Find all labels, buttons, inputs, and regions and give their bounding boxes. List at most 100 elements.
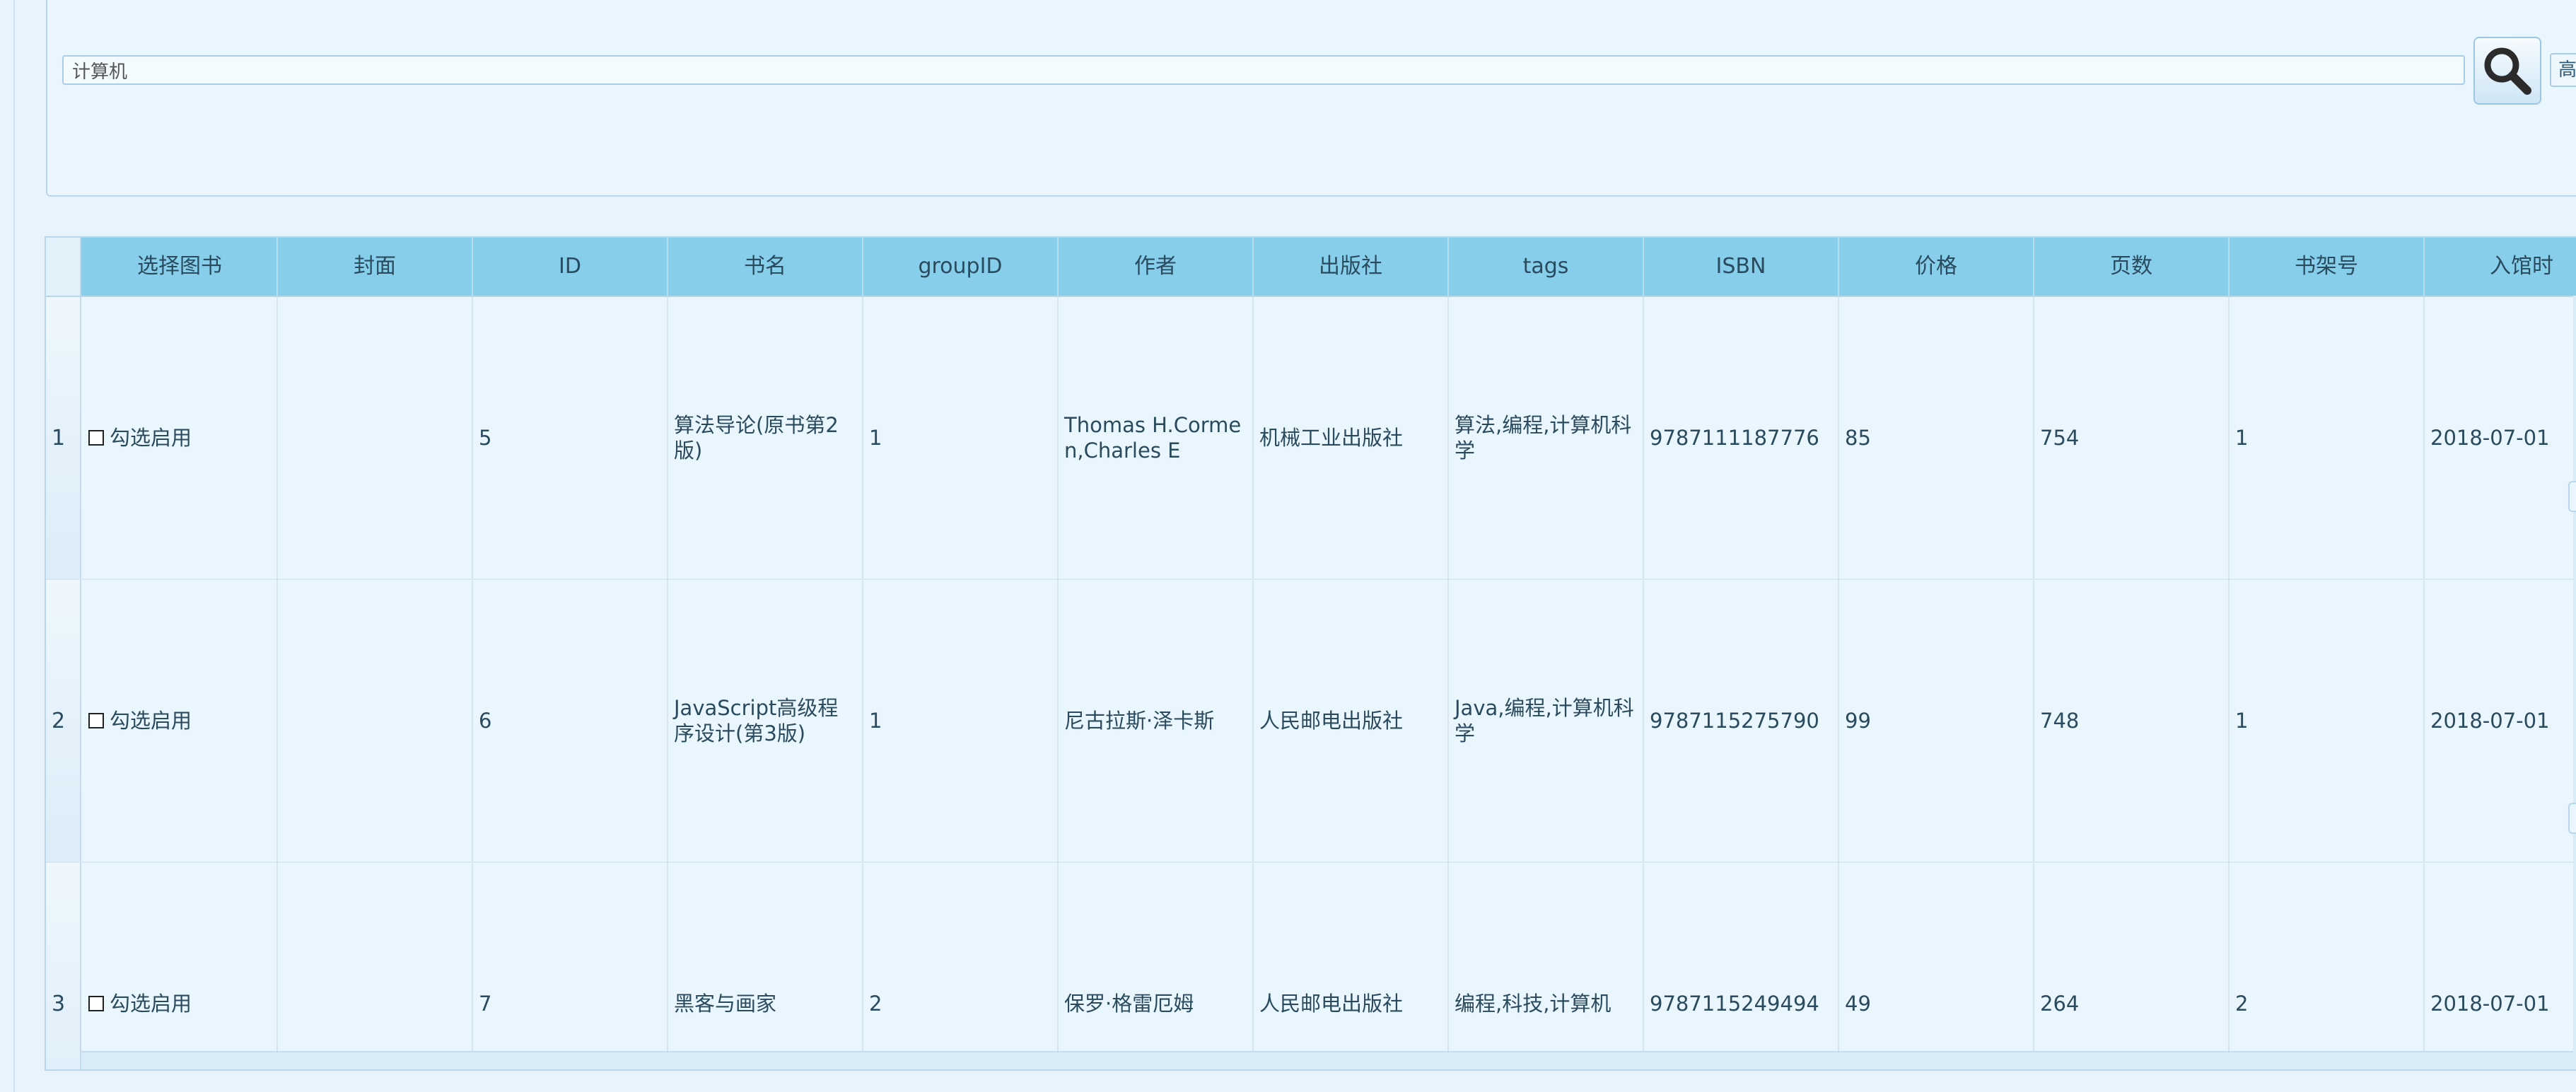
cell-pages: 264 [2034,863,2230,1069]
cell-text-title: JavaScript高级程序设计(第3版) [674,696,839,745]
page: 高级 选择图书封面ID书名groupID作者出版社tagsISBN价格页数书架号… [0,0,2576,1092]
horizontal-scrollbar[interactable] [81,1051,2576,1069]
column-header-publisher[interactable]: 出版社 [1254,238,1449,296]
cell-text-shelf: 1 [2235,426,2249,450]
cell-isbn: 9787115275790 [1644,580,1839,861]
cell-id: 6 [473,580,668,861]
table-row[interactable]: 2 勾选启用 6 JavaScript高级程序设计(第3版) 1 尼古拉斯·泽卡斯 人民邮电… [46,580,2576,863]
checkbox-label: 勾选启用 [110,426,192,450]
cell-text-author: Thomas H.Cormen,Charles E [1064,413,1242,463]
side-tab[interactable] [2568,481,2576,512]
cell-tags: Java,编程,计算机科学 [1449,580,1644,861]
checkbox-label: 勾选启用 [110,709,192,733]
checkbox-label: 勾选启用 [110,992,192,1016]
enable-checkbox[interactable]: 勾选启用 [88,425,192,451]
checkbox-icon[interactable] [88,430,104,446]
enable-checkbox[interactable]: 勾选启用 [88,991,192,1016]
column-header-price[interactable]: 价格 [1839,238,2034,296]
cell-text-pages: 264 [2040,992,2080,1016]
cell-shelf: 1 [2230,297,2425,579]
magnifier-icon [2484,47,2531,95]
advanced-search-button[interactable]: 高级 [2550,53,2576,87]
cell-text-group-id: 1 [869,709,882,733]
cell-publisher: 机械工业出版社 [1254,297,1449,579]
column-header-shelf[interactable]: 书架号 [2230,238,2425,296]
cell-shelf: 2 [2230,863,2425,1069]
cell-shelf: 1 [2230,580,2425,861]
vertical-scrollbar[interactable] [2573,296,2576,1055]
column-header-title[interactable]: 书名 [668,238,863,296]
column-header-group-id[interactable]: groupID [863,238,1059,296]
search-button[interactable] [2473,37,2541,105]
cell-title: JavaScript高级程序设计(第3版) [668,580,863,861]
cell-text-isbn: 9787111187776 [1650,426,1819,450]
cell-cover [278,297,473,579]
cell-date: 2018-07-01 [2425,863,2576,1069]
checkbox-icon[interactable] [88,996,104,1011]
cell-author: 尼古拉斯·泽卡斯 [1059,580,1254,861]
cell-title: 黑客与画家 [668,863,863,1069]
cell-group-id: 1 [863,297,1059,579]
cell-text-publisher: 机械工业出版社 [1259,426,1404,450]
left-border [13,0,15,1092]
cell-price: 99 [1839,580,2034,861]
cell-text-id: 6 [479,709,492,733]
column-header-tags[interactable]: tags [1449,238,1644,296]
cell-publisher: 人民邮电出版社 [1254,580,1449,861]
column-header-isbn[interactable]: ISBN [1644,238,1839,296]
book-table: 选择图书 封面 ID 书名 groupID 作者 出版社 tags ISBN 价格 页数 书架号 入馆时… [45,236,2576,1071]
cell-text-shelf: 1 [2235,709,2249,733]
table-header: 选择图书 封面 ID 书名 groupID 作者 出版社 tags ISBN 价格 页数 书架号 入馆时 [46,238,2576,297]
cell-cover [278,863,473,1069]
cell-isbn: 9787115249494 [1644,863,1839,1069]
cell-text-price: 85 [1845,426,1871,450]
cell-text-date: 2018-07-01 [2430,709,2550,733]
cell-publisher: 人民邮电出版社 [1254,863,1449,1069]
table-row[interactable]: 3 勾选启用 7 黑客与画家 2 保罗·格雷厄姆 人民邮电出版社 编程,科技,计算机 97871… [46,863,2576,1069]
cell-text-tags: 编程,科技,计算机 [1455,992,1612,1016]
cell-text-pages: 748 [2040,709,2080,733]
search-input[interactable] [62,55,2465,85]
row-number-header [46,238,81,296]
column-header-cover[interactable]: 封面 [278,238,473,296]
search-panel [46,0,2576,197]
column-header-id[interactable]: ID [473,238,668,296]
column-header-date[interactable]: 入馆时 [2425,238,2576,296]
column-header-select[interactable]: 选择图书 [83,238,278,296]
cell-tags: 编程,科技,计算机 [1449,863,1644,1069]
row-number: 1 [46,297,81,579]
cell-title: 算法导论(原书第2版) [668,297,863,579]
cell-text-title: 算法导论(原书第2版) [674,413,839,463]
cell-pages: 754 [2034,297,2230,579]
column-header-author[interactable]: 作者 [1059,238,1254,296]
cell-text-tags: 算法,编程,计算机科学 [1455,413,1632,463]
cell-text-author: 保罗·格雷厄姆 [1064,992,1194,1016]
column-header-pages[interactable]: 页数 [2034,238,2230,296]
cell-select: 勾选启用 [83,297,278,579]
cell-group-id: 1 [863,580,1059,861]
cell-text-author: 尼古拉斯·泽卡斯 [1064,709,1215,733]
cell-text-publisher: 人民邮电出版社 [1259,992,1404,1016]
checkbox-icon[interactable] [88,713,104,728]
cell-text-price: 99 [1845,709,1871,733]
cell-text-group-id: 1 [869,426,882,450]
cell-id: 7 [473,863,668,1069]
cell-text-tags: Java,编程,计算机科学 [1455,696,1634,745]
cell-select: 勾选启用 [83,863,278,1069]
cell-author: Thomas H.Cormen,Charles E [1059,297,1254,579]
cell-isbn: 9787111187776 [1644,297,1839,579]
side-tab[interactable] [2568,803,2576,834]
cell-text-publisher: 人民邮电出版社 [1259,709,1404,733]
cell-price: 49 [1839,863,2034,1069]
cell-id: 5 [473,297,668,579]
cell-date: 2018-07-01 [2425,297,2576,579]
cell-text-id: 5 [479,426,492,450]
table-row[interactable]: 1 勾选启用 5 算法导论(原书第2版) 1 Thomas H.Cormen,Charle… [46,297,2576,580]
cell-text-isbn: 9787115249494 [1650,992,1819,1016]
cell-pages: 748 [2034,580,2230,861]
row-number: 2 [46,580,81,861]
cell-text-date: 2018-07-01 [2430,992,2550,1016]
enable-checkbox[interactable]: 勾选启用 [88,708,192,733]
cell-select: 勾选启用 [83,580,278,861]
cell-text-group-id: 2 [869,992,882,1016]
